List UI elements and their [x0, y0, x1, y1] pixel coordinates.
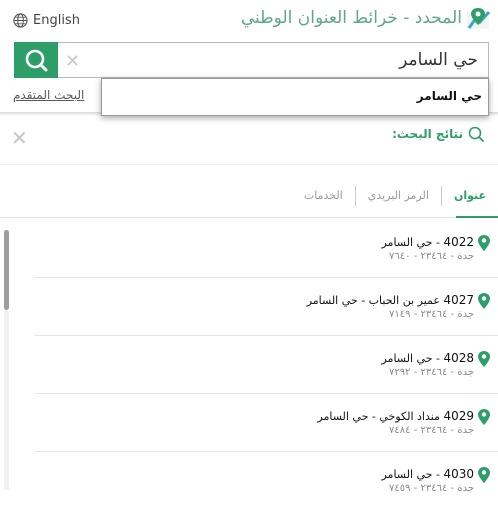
results-title: نتائج البحث: [392, 127, 463, 141]
close-icon[interactable]: ✕ [11, 126, 28, 150]
building-number: 4029 [443, 409, 474, 423]
district-name: حي السامر [317, 410, 369, 423]
national-address-logo-icon [467, 8, 491, 29]
active-tab-indicator [456, 216, 498, 218]
tab-postal-code[interactable]: الرمز البريدي [354, 186, 441, 206]
district-name: حي السامر [381, 352, 433, 365]
search-box: ✕ [14, 42, 489, 78]
language-label: English [33, 13, 80, 28]
street-name: عمير بن الحباب [368, 294, 440, 307]
scrollbar-thumb[interactable] [4, 230, 9, 310]
results-tabs: عنوان الرمز البريدي الخدمات [292, 186, 498, 218]
building-number: 4022 [443, 235, 474, 249]
city-postal-line: جدة - ٢٣٤٦٤ - ٧٤٥٩ [389, 483, 474, 494]
search-input[interactable] [89, 43, 480, 77]
address-line: 4027 عمير بن الحباب - حي السامر [306, 293, 474, 307]
city-postal-line: جدة - ٢٣٤٦٤ - ٧١٤٩ [389, 309, 474, 320]
list-item[interactable]: 4029 منداد الكوخي - حي السامر جدة - ٢٣٤٦… [35, 394, 498, 452]
city-postal-line: جدة - ٢٣٤٦٤ - ٧٤٨٤ [389, 425, 474, 436]
list-item[interactable]: 4022 - حي السامر جدة - ٢٣٤٦٤ - ٧٦٤٠ [35, 220, 498, 278]
advanced-search-link[interactable]: البحث المتقدم [13, 88, 84, 102]
building-number: 4028 [443, 351, 474, 365]
search-icon [468, 126, 484, 142]
globe-icon [13, 13, 28, 28]
map-pin-icon [478, 293, 490, 309]
results-header: نتائج البحث: [392, 126, 484, 142]
language-switch[interactable]: English [13, 13, 80, 28]
street-name: منداد الكوخي [379, 410, 440, 423]
address-line: 4030 - حي السامر [381, 467, 474, 481]
results-scrollbar[interactable] [4, 230, 9, 490]
search-icon [25, 49, 48, 72]
clear-search-icon[interactable]: ✕ [65, 51, 80, 72]
search-suggestions: حي السامر [101, 78, 489, 116]
app-title: المحدد - خرائط العنوان الوطني [240, 8, 462, 28]
tab-address[interactable]: عنوان [440, 186, 498, 206]
list-item[interactable]: 4028 - حي السامر جدة - ٢٣٤٦٤ - ٧٢٩٢ [35, 336, 498, 394]
district-name: حي السامر [381, 468, 433, 481]
results-list: 4022 - حي السامر جدة - ٢٣٤٦٤ - ٧٦٤٠ 4027… [35, 220, 498, 510]
building-number: 4030 [443, 467, 474, 481]
address-line: 4029 منداد الكوخي - حي السامر [317, 409, 474, 423]
search-button[interactable] [14, 42, 58, 78]
city-postal-line: جدة - ٢٣٤٦٤ - ٧٦٤٠ [389, 251, 474, 262]
district-name: حي السامر [306, 294, 358, 307]
app-header: English المحدد - خرائط العنوان الوطني [0, 0, 498, 44]
tabs-divider [0, 217, 498, 218]
building-number: 4027 [443, 293, 474, 307]
map-pin-icon [478, 235, 490, 251]
tab-services[interactable]: الخدمات [292, 186, 355, 206]
map-pin-icon [478, 351, 490, 367]
city-postal-line: جدة - ٢٣٤٦٤ - ٧٢٩٢ [389, 367, 474, 378]
suggestion-item[interactable]: حي السامر [417, 89, 482, 103]
address-line: 4028 - حي السامر [381, 351, 474, 365]
list-item[interactable]: 4030 - حي السامر جدة - ٢٣٤٦٤ - ٧٤٥٩ [35, 452, 498, 510]
address-line: 4022 - حي السامر [381, 235, 474, 249]
map-pin-icon [478, 467, 490, 483]
district-name: حي السامر [381, 236, 433, 249]
list-item[interactable]: 4027 عمير بن الحباب - حي السامر جدة - ٢٣… [35, 278, 498, 336]
divider [0, 164, 498, 165]
map-pin-icon [478, 409, 490, 425]
